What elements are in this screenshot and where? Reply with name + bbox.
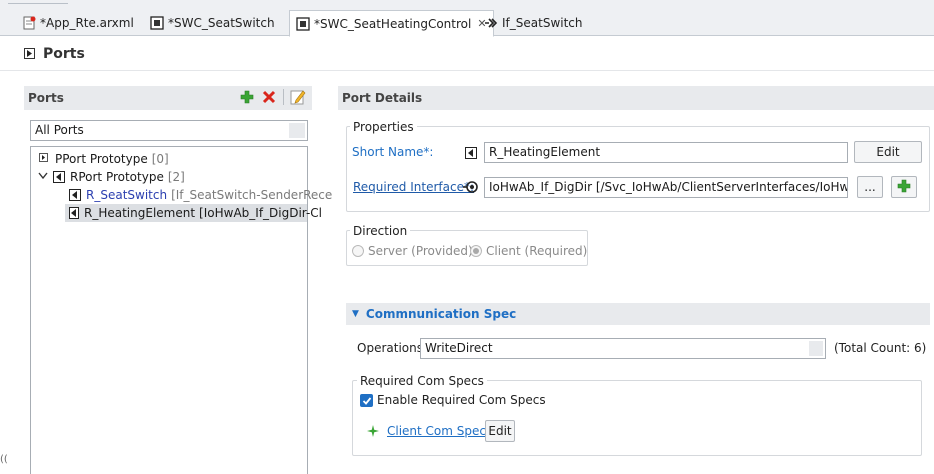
port-details-header: Port Details xyxy=(338,86,934,110)
client-radio[interactable]: Client (Required) xyxy=(470,244,587,258)
operations-dropdown-button[interactable] xyxy=(809,341,823,356)
rport-icon xyxy=(465,147,477,159)
component-icon xyxy=(150,16,164,30)
radio-indicator xyxy=(470,245,482,257)
collapse-icon[interactable] xyxy=(37,172,49,183)
ports-panel-header: Ports xyxy=(24,86,312,110)
collapse-caret-icon[interactable]: ▼ xyxy=(352,309,359,319)
expand-icon[interactable] xyxy=(37,153,49,165)
ports-toolbar xyxy=(239,89,306,105)
tab-if-seatswitch[interactable]: If_SeatSwitch xyxy=(478,10,589,36)
ports-tree[interactable]: PPort Prototype [0] RPort Prototype [2] … xyxy=(30,146,332,474)
tab-app-rte[interactable]: *App_Rte.arxml xyxy=(16,10,140,36)
toolbar-stub xyxy=(8,0,68,4)
editor-tab-bar: *App_Rte.arxml *SWC_SeatSwitch *SWC_Seat… xyxy=(0,8,934,37)
com-spec-edit-button[interactable]: Edit xyxy=(485,420,515,442)
port-details-title: Port Details xyxy=(342,91,423,105)
pport-count: [0] xyxy=(151,152,169,166)
component-icon xyxy=(296,16,310,31)
filter-dropdown-button[interactable] xyxy=(289,123,305,138)
add-icon[interactable] xyxy=(239,89,255,105)
ports-page-icon xyxy=(24,48,35,59)
editor-header: Ports xyxy=(0,37,934,71)
rport-label: RPort Prototype xyxy=(70,170,164,184)
tab-swc-seatswitch[interactable]: *SWC_SeatSwitch xyxy=(144,10,281,36)
direction-legend: Direction xyxy=(350,224,411,238)
short-name-label: Short Name*: xyxy=(352,145,434,159)
tab-label: *SWC_SeatHeatingControl xyxy=(314,16,472,31)
enable-checkbox[interactable] xyxy=(360,394,373,407)
edit-pencil-icon[interactable] xyxy=(290,89,306,105)
total-count: (Total Count: 6) xyxy=(834,341,927,355)
communication-spec-header[interactable]: ▼ Commnunication Spec xyxy=(346,303,930,325)
required-com-specs-group xyxy=(352,380,922,456)
required-interface-link[interactable]: Required Interface*: xyxy=(353,180,474,194)
client-label: Client (Required) xyxy=(486,244,588,258)
short-name-field[interactable]: R_HeatingElement xyxy=(484,142,848,163)
enable-label[interactable]: Enable Required Com Specs xyxy=(377,393,546,407)
port-detail: [IoHwAb_If_DigDir-Cl xyxy=(199,206,323,220)
delete-icon[interactable] xyxy=(261,89,277,105)
port-filter-select[interactable]: All Ports xyxy=(30,120,308,141)
tree-node-rport[interactable]: RPort Prototype [2] xyxy=(37,168,185,186)
rport-icon xyxy=(69,207,79,219)
browse-button[interactable]: ... xyxy=(857,176,883,198)
required-port-icon xyxy=(463,180,479,197)
rport-folder-icon xyxy=(53,171,65,183)
pport-label: PPort Prototype xyxy=(55,152,148,166)
server-label: Server (Provided) xyxy=(368,244,473,258)
properties-group xyxy=(346,126,930,212)
properties-legend: Properties xyxy=(350,120,417,134)
required-interface-field[interactable]: IoHwAb_If_DigDir [/Svc_IoHwAb/ClientServ… xyxy=(484,177,848,198)
edge-text: (( xyxy=(0,454,8,465)
rport-count: [2] xyxy=(167,170,185,184)
add-interface-button[interactable] xyxy=(891,176,917,198)
port-detail: [If_SeatSwitch-SenderRece xyxy=(171,188,333,202)
arxml-file-icon xyxy=(22,16,36,30)
operations-value: WriteDirect xyxy=(425,341,493,355)
tab-label: If_SeatSwitch xyxy=(502,16,583,30)
tree-item-r-seatswitch[interactable]: R_SeatSwitch [If_SeatSwitch-SenderRece xyxy=(65,186,332,204)
communication-spec-title: Commnunication Spec xyxy=(365,307,517,321)
top-toolbar-strip xyxy=(0,0,934,8)
interface-icon xyxy=(484,16,498,30)
com-spec-star-icon xyxy=(366,424,380,441)
tab-label: *App_Rte.arxml xyxy=(40,16,134,30)
client-com-spec-link[interactable]: Client Com Spec xyxy=(387,424,486,438)
toolbar-divider xyxy=(283,89,284,105)
tree-item-r-heatingelement[interactable]: R_HeatingElement [IoHwAb_If_DigDir-Cl xyxy=(65,204,322,222)
required-com-specs-legend: Required Com Specs xyxy=(357,374,487,388)
operations-label: Operations xyxy=(357,341,423,355)
short-name-edit-button[interactable]: Edit xyxy=(854,141,922,163)
page-title: Ports xyxy=(43,45,85,62)
port-name: R_HeatingElement xyxy=(84,206,196,220)
tab-swc-seatheatingcontrol[interactable]: *SWC_SeatHeatingControl ✕ xyxy=(289,10,494,37)
ports-panel-title: Ports xyxy=(28,91,64,105)
server-radio[interactable]: Server (Provided) xyxy=(352,244,473,258)
radio-indicator xyxy=(352,245,364,257)
filter-value: All Ports xyxy=(35,123,84,137)
tab-label: *SWC_SeatSwitch xyxy=(168,16,275,30)
operations-select[interactable]: WriteDirect xyxy=(420,338,826,359)
port-name: R_SeatSwitch xyxy=(86,188,168,202)
add-icon xyxy=(897,179,911,196)
rport-icon xyxy=(69,189,81,201)
tree-node-pport[interactable]: PPort Prototype [0] xyxy=(37,150,169,168)
